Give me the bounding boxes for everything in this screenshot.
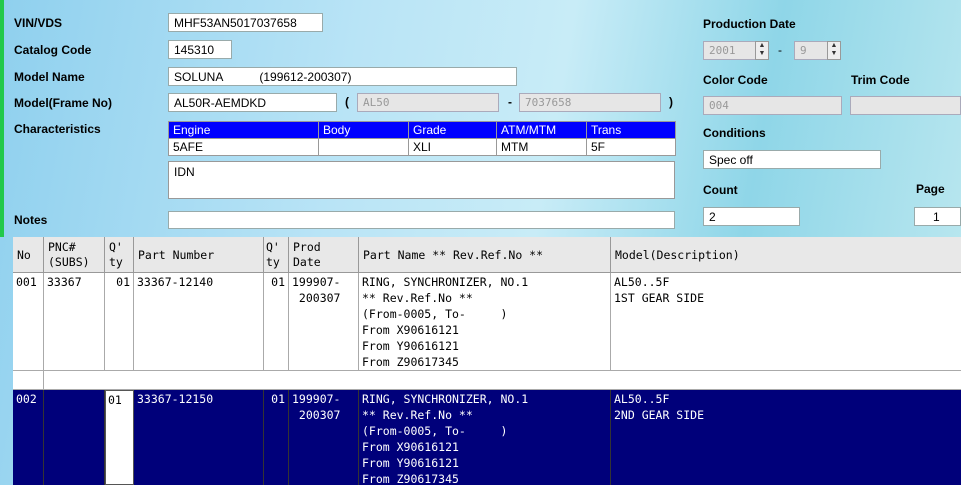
char-value-body (318, 138, 409, 156)
char-value-engine: 5AFE (168, 138, 319, 156)
cell-pnc: 33367 (44, 273, 105, 370)
spin-up-icon[interactable]: ▲ (831, 42, 838, 49)
char-header-engine: Engine (168, 121, 319, 139)
cell-part-number: 33367-12140 (134, 273, 264, 370)
char-header-trans: Trans (586, 121, 676, 139)
col-header-qty2[interactable]: Q' ty (264, 237, 289, 273)
page-label: Page (916, 182, 945, 196)
spacer-row (13, 371, 961, 389)
char-header-body: Body (318, 121, 409, 139)
cell-part-name: RING, SYNCHRONIZER, NO.1 ** Rev.Ref.No *… (359, 390, 611, 485)
vin-label: VIN/VDS (14, 16, 63, 30)
production-date-label: Production Date (703, 17, 796, 31)
notes-field[interactable] (168, 211, 675, 229)
cell-qty2: 01 (264, 390, 289, 485)
model-frame-field[interactable]: AL50R-AEMDKD (168, 93, 337, 112)
page-field[interactable]: 1 (914, 207, 961, 226)
model-name-label: Model Name (14, 70, 85, 84)
spin-down-icon[interactable]: ▼ (831, 50, 838, 57)
notes-label: Notes (14, 213, 48, 227)
cell-qty2: 01 (264, 273, 289, 370)
cell-pnc (44, 390, 105, 485)
characteristics-label: Characteristics (14, 122, 101, 136)
accent-bar (0, 0, 4, 237)
col-header-no[interactable]: No (13, 237, 44, 273)
date-dash: - (778, 43, 782, 57)
cell-part-name: RING, SYNCHRONIZER, NO.1 ** Rev.Ref.No *… (359, 273, 611, 370)
cell-model: AL50..5F 2ND GEAR SIDE (611, 390, 961, 485)
count-field[interactable]: 2 (703, 207, 800, 226)
col-header-model[interactable]: Model(Description) (611, 237, 961, 273)
parts-grid: No PNC# (SUBS) Q' ty Part Number Q' ty P… (13, 237, 961, 485)
trim-code-field[interactable] (850, 96, 961, 115)
catalog-code-label: Catalog Code (14, 43, 92, 57)
char-value-grade: XLI (408, 138, 497, 156)
color-code-field[interactable]: 004 (703, 96, 842, 115)
model-frame-label: Model(Frame No) (14, 96, 113, 110)
char-header-grade: Grade (408, 121, 497, 139)
col-header-pnc[interactable]: PNC# (SUBS) (44, 237, 105, 273)
col-header-part-name[interactable]: Part Name ** Rev.Ref.No ** (359, 237, 611, 273)
cell-no: 001 (13, 273, 44, 370)
char-header-atm: ATM/MTM (496, 121, 587, 139)
char-value-atm: MTM (496, 138, 587, 156)
cell-part-number: 33367-12150 (134, 390, 264, 485)
year-spinner[interactable]: ▲ ▼ (755, 41, 769, 60)
cell-no: 002 (13, 390, 44, 485)
conditions-label: Conditions (703, 126, 766, 140)
catalog-code-field[interactable]: 145310 (168, 40, 232, 59)
color-code-label: Color Code (703, 73, 768, 87)
spacer-cell (13, 371, 44, 389)
col-header-qty1[interactable]: Q' ty (105, 237, 134, 273)
cell-model: AL50..5F 1ST GEAR SIDE (614, 275, 705, 305)
close-paren: ) (669, 95, 673, 109)
qty-edit-input[interactable]: 01 (105, 390, 134, 485)
conditions-field[interactable]: Spec off (703, 150, 881, 169)
col-header-part-number[interactable]: Part Number (134, 237, 264, 273)
characteristics-table: Engine Body Grade ATM/MTM Trans 5AFE XLI… (168, 121, 676, 156)
cell-qty1: 01 (105, 273, 134, 370)
col-header-prod-date[interactable]: Prod Date (289, 237, 359, 273)
count-label: Count (703, 183, 738, 197)
frame-part2-field[interactable]: 7037658 (519, 93, 661, 112)
vin-field[interactable]: MHF53AN5017037658 (168, 13, 323, 32)
frame-part1-field[interactable]: AL50 (357, 93, 499, 112)
char-value-trans: 5F (586, 138, 676, 156)
spin-up-icon[interactable]: ▲ (759, 42, 766, 49)
month-spinner[interactable]: ▲ ▼ (827, 41, 841, 60)
frame-dash: - (508, 95, 512, 109)
prod-month-field[interactable]: 9 (794, 41, 828, 60)
trim-code-label: Trim Code (851, 73, 910, 87)
open-paren: ( (345, 95, 349, 109)
prod-year-field[interactable]: 2001 (703, 41, 759, 60)
idn-box: IDN (168, 161, 675, 199)
model-name-field[interactable]: SOLUNA (199612-200307) (168, 67, 517, 86)
cell-prod-date: 199907- 200307 (289, 273, 359, 370)
spin-down-icon[interactable]: ▼ (759, 50, 766, 57)
cell-prod-date: 199907- 200307 (289, 390, 359, 485)
